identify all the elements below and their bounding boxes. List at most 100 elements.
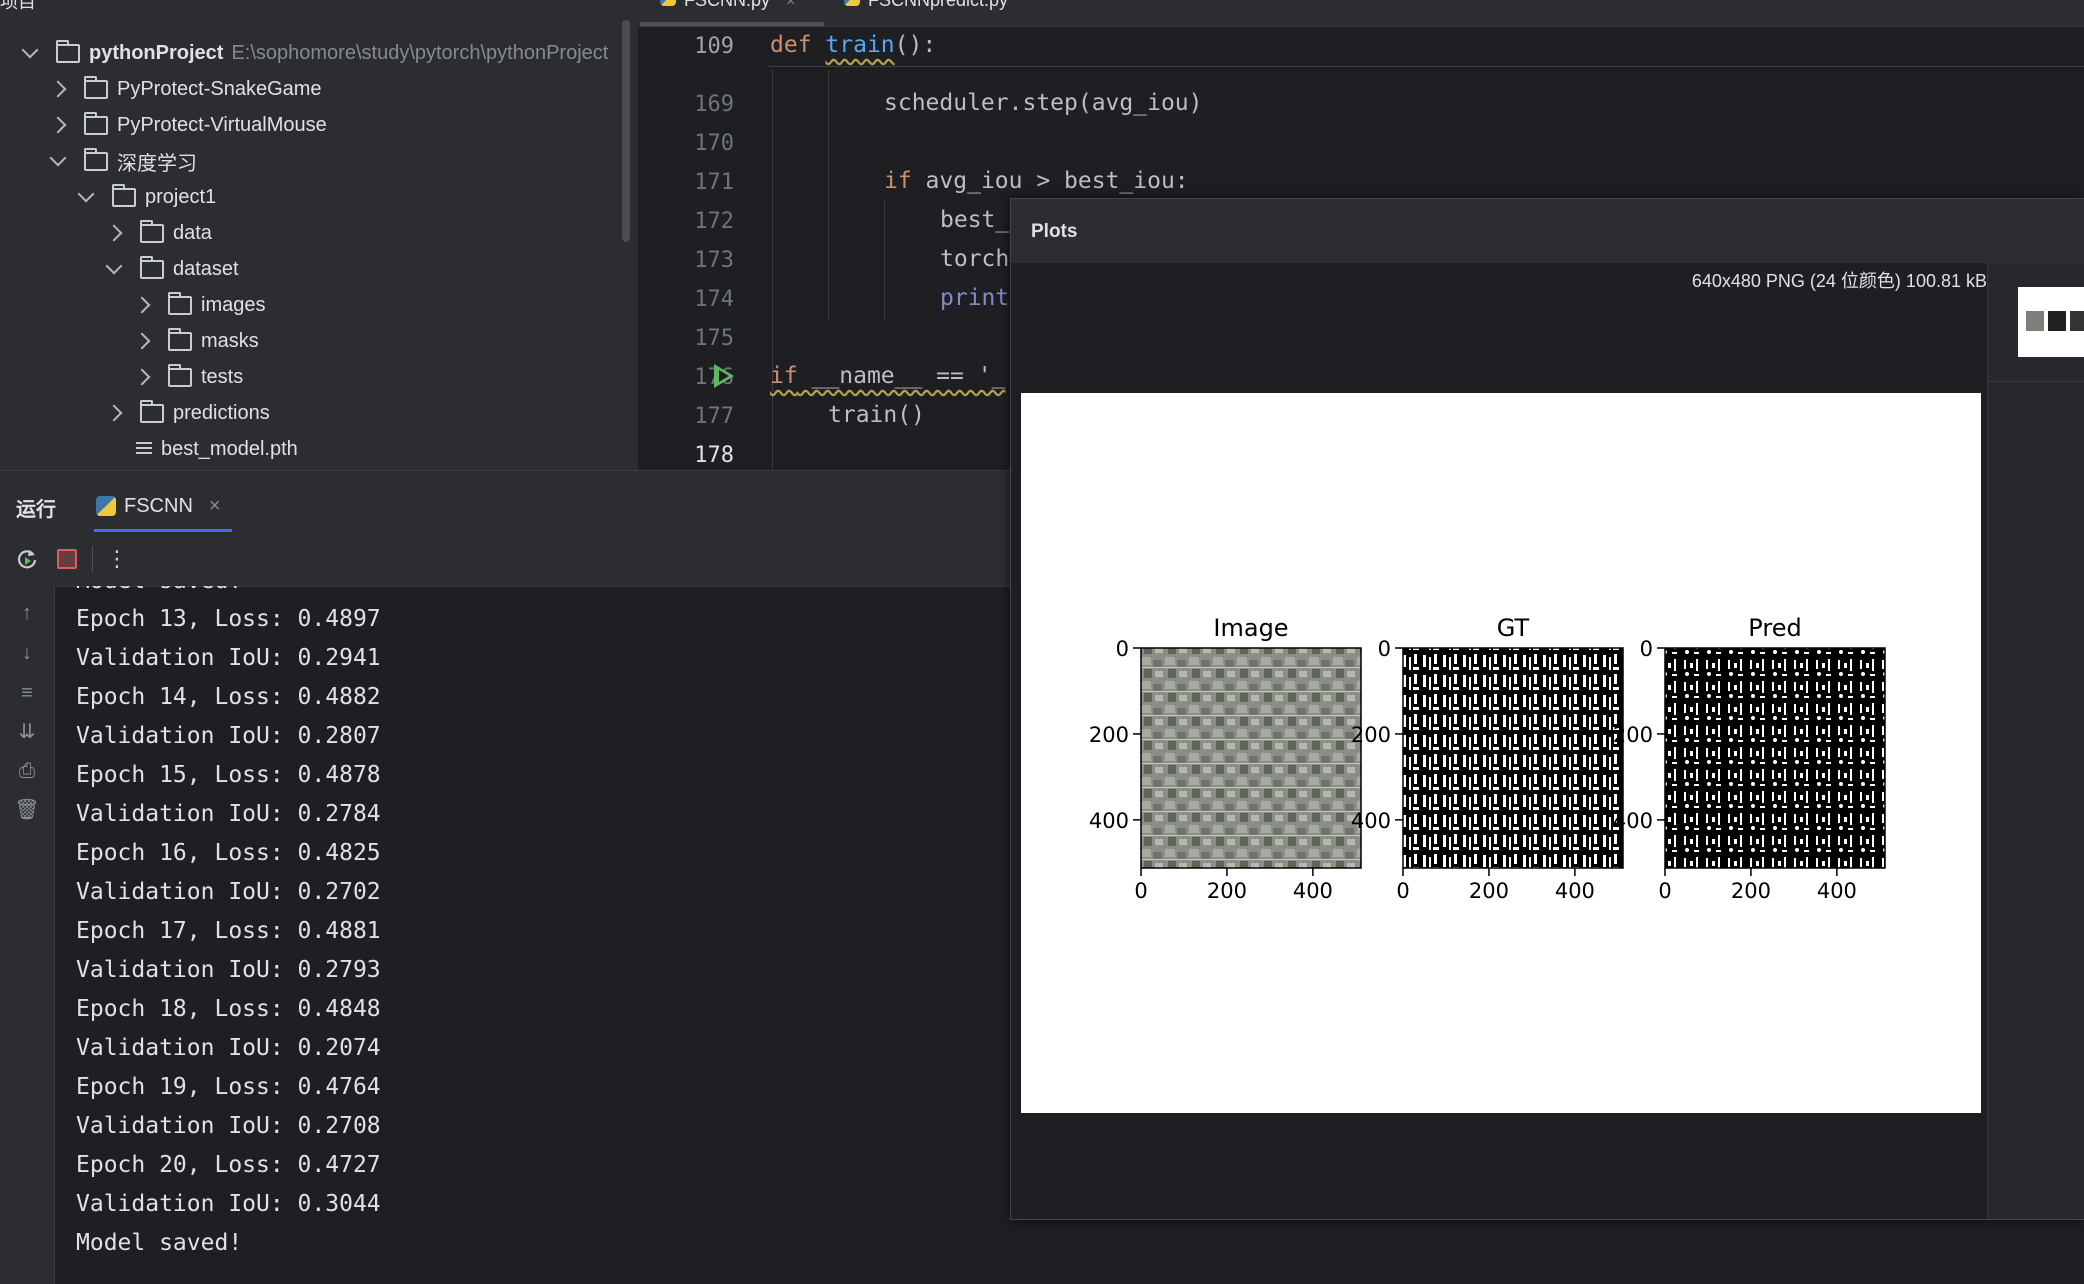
subplot-title: GT: [1497, 614, 1530, 642]
close-icon[interactable]: ×: [209, 495, 221, 518]
code-line[interactable]: if avg_iou > best_iou:: [884, 168, 1189, 194]
folder-icon: [140, 219, 164, 243]
console-line: Validation IoU: 0.2702: [76, 879, 381, 905]
tree-item-label: 深度学习: [117, 152, 197, 175]
folder-icon: [84, 111, 108, 135]
folder-icon: [168, 363, 192, 387]
editor-tab-bar: FSCNN.py × FSCNNpredict.py: [638, 0, 2084, 27]
chevron-right-icon[interactable]: [133, 296, 151, 314]
arrow-down-icon[interactable]: ↓: [14, 640, 40, 666]
run-tab-fscnn[interactable]: FSCNN ×: [96, 483, 221, 529]
console-line: Validation IoU: 0.2807: [76, 723, 381, 749]
chevron-down-icon[interactable]: [49, 149, 67, 167]
code-keyword: def: [770, 32, 812, 58]
code-line[interactable]: train(): [828, 402, 925, 428]
active-tab-indicator: [640, 22, 824, 26]
chevron-right-icon[interactable]: [133, 332, 151, 350]
rerun-icon[interactable]: [14, 546, 40, 572]
tree-item-best-model[interactable]: best_model.pth: [136, 432, 298, 466]
chevron-down-icon[interactable]: [77, 185, 95, 203]
plots-window[interactable]: Plots 640x480 PNG (24 位颜色) 100.81 kB Ima…: [1010, 198, 2084, 1220]
x-tick-label: 400: [1555, 879, 1595, 903]
stop-icon[interactable]: [54, 546, 80, 572]
y-tick-label: 200: [1089, 723, 1129, 747]
folder-icon: [112, 183, 136, 207]
tree-item-label: predictions: [173, 401, 270, 424]
subplot-pred: Pred 0 200 400 0 200 400: [1613, 614, 1886, 903]
tree-item-label: best_model.pth: [161, 437, 298, 460]
code-line[interactable]: if __name__ == '_: [770, 363, 1005, 389]
code-text: ():: [894, 32, 937, 58]
tree-item-data[interactable]: data: [105, 216, 212, 250]
console-line: Epoch 18, Loss: 0.4848: [76, 996, 381, 1022]
tree-item-masks[interactable]: masks: [133, 324, 259, 358]
arrow-up-icon[interactable]: ↑: [14, 600, 40, 626]
tree-item-label: images: [201, 293, 266, 316]
tree-item-snakegame[interactable]: PyProtect-SnakeGame: [49, 72, 322, 106]
x-tick-label: 0: [1134, 879, 1147, 903]
x-tick-label: 200: [1207, 879, 1247, 903]
plot-thumbnail[interactable]: [2018, 287, 2084, 357]
y-tick-label: 0: [1116, 637, 1129, 661]
tree-item-label: masks: [201, 329, 259, 352]
tab-fscnn-py[interactable]: FSCNN.py ×: [660, 0, 795, 11]
line-number: 178: [694, 443, 734, 468]
soft-wrap-icon[interactable]: ≡: [14, 680, 40, 706]
tree-item-deep-learning[interactable]: 深度学习: [49, 144, 197, 178]
console-line: Validation IoU: 0.2784: [76, 801, 381, 827]
tree-item-virtualmouse[interactable]: PyProtect-VirtualMouse: [49, 108, 327, 142]
y-tick-label: 200: [1351, 723, 1391, 747]
x-tick-label: 400: [1817, 879, 1857, 903]
console-line: Model saved!: [76, 1230, 243, 1256]
code-line[interactable]: scheduler.step(avg_iou): [884, 90, 1203, 116]
line-number: 175: [694, 326, 734, 351]
code-line[interactable]: torch: [940, 246, 1009, 272]
trash-icon[interactable]: 🗑: [14, 796, 40, 822]
code-line[interactable]: best_: [940, 207, 1009, 233]
close-icon[interactable]: ×: [786, 0, 795, 10]
code-text: __name__ == '_: [797, 363, 1006, 389]
plots-viewer: 640x480 PNG (24 位颜色) 100.81 kB Image 0 2…: [1011, 263, 1987, 1219]
tab-fscnnpredict-py[interactable]: FSCNNpredict.py: [844, 0, 1008, 11]
scroll-to-end-icon[interactable]: ⇊: [14, 718, 40, 744]
tree-root-pythonproject[interactable]: pythonProject E:\sophomore\study\pytorch…: [21, 36, 608, 70]
code-keyword: if: [884, 168, 912, 194]
chevron-right-icon[interactable]: [105, 404, 123, 422]
folder-icon: [84, 147, 108, 171]
print-icon[interactable]: ⎙: [14, 758, 40, 784]
x-tick-label: 0: [1658, 879, 1671, 903]
project-panel-scrollbar[interactable]: [622, 20, 630, 242]
tree-item-predictions[interactable]: predictions: [105, 396, 270, 430]
chevron-right-icon[interactable]: [105, 224, 123, 242]
chevron-right-icon[interactable]: [49, 80, 67, 98]
line-number: 170: [694, 131, 734, 156]
tree-item-tests[interactable]: tests: [133, 360, 243, 394]
sticky-code-line[interactable]: def train():: [770, 32, 936, 58]
toolbar-divider: [92, 546, 93, 572]
plots-thumbnail-sidebar: [1987, 263, 2084, 1219]
line-number: 177: [694, 404, 734, 429]
subplot-gt: GT 0 200 400 0 200 400: [1351, 614, 1624, 903]
run-panel-title: 运行: [16, 499, 56, 521]
console-output[interactable]: Model saved! Epoch 13, Loss: 0.4897 Vali…: [54, 586, 1010, 1284]
code-line[interactable]: print: [940, 285, 1009, 311]
image-info: 640x480 PNG (24 位颜色) 100.81 kB: [1691, 271, 1987, 291]
plot-figure: Image 0 200 400 0 200 400 GT 0 200 400 0 200 400 Pred 0…: [1089, 614, 1886, 903]
chevron-right-icon[interactable]: [49, 116, 67, 134]
console-line: Epoch 17, Loss: 0.4881: [76, 918, 381, 944]
plots-titlebar[interactable]: Plots: [1011, 199, 2084, 263]
line-number: 171: [694, 170, 734, 195]
tree-item-project1[interactable]: project1: [77, 180, 216, 214]
python-file-icon: [844, 0, 860, 6]
tree-item-label: PyProtect-SnakeGame: [117, 77, 322, 100]
tree-item-images[interactable]: images: [133, 288, 266, 322]
tree-item-dataset[interactable]: dataset: [105, 252, 239, 286]
chevron-right-icon[interactable]: [133, 368, 151, 386]
chevron-down-icon[interactable]: [21, 41, 39, 59]
more-icon[interactable]: ⋮: [104, 546, 130, 572]
x-tick-label: 0: [1396, 879, 1409, 903]
code-keyword: if: [770, 363, 798, 389]
chevron-down-icon[interactable]: [105, 257, 123, 275]
folder-icon: [140, 399, 164, 423]
y-tick-label: 400: [1089, 809, 1129, 833]
